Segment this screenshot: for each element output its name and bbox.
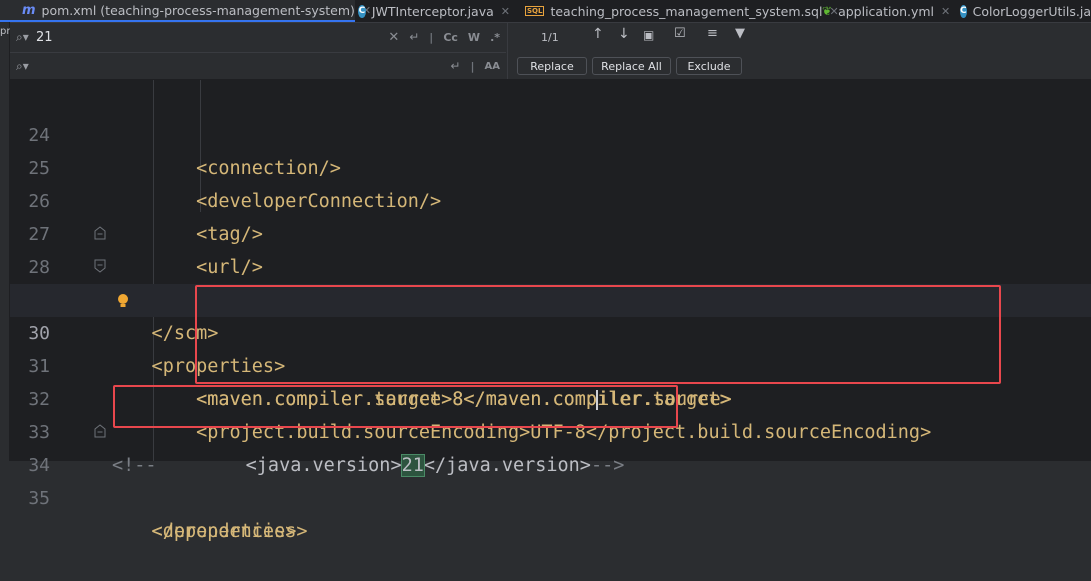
separator: | <box>470 59 475 73</box>
tab-label: pom.xml (teaching-process-management-sys… <box>41 2 355 18</box>
fold-start-icon[interactable] <box>94 259 106 273</box>
project-tool-strip[interactable]: pr <box>0 22 10 461</box>
separator: | <box>429 30 434 44</box>
clear-icon[interactable]: ✕ <box>388 30 399 45</box>
code-line[interactable]: 28 </scm> <box>10 218 1091 344</box>
divider <box>507 23 508 79</box>
java-class-icon: C <box>358 4 366 18</box>
close-icon[interactable]: ✕ <box>941 5 950 18</box>
code-line[interactable]: 32 <project.build.sourceEncoding>UTF-8</… <box>10 350 1091 443</box>
java-class-icon: C <box>960 4 967 18</box>
tab-label: JWTInterceptor.java <box>371 3 494 19</box>
find-replace-bar: ⌕▾ 21 ✕ ↵ | Cc W .* ⌕▾ ↵ | AA 1/1 ↑ ↓ ▣ … <box>10 23 1091 80</box>
code-line[interactable]: 24 <connection/> <box>10 86 1091 179</box>
code-line[interactable]: 34 </properties> <box>10 416 1091 542</box>
code-text: <dependencies> <box>107 521 308 542</box>
replace-history-icon[interactable]: ⌕▾ <box>16 59 36 74</box>
code-line[interactable]: 25 <developerConnection/> <box>10 119 1091 212</box>
new-line-icon[interactable]: ↵ <box>409 30 419 44</box>
spring-leaf-icon: ❦ <box>822 4 833 18</box>
replace-all-button[interactable]: Replace All <box>592 57 671 75</box>
code-line[interactable]: 33 <!-- <java.version>21</java.version>-… <box>10 383 1091 477</box>
replace-button[interactable]: Replace <box>517 57 587 75</box>
tab-label: application.yml <box>838 3 935 19</box>
tab-label: teaching_process_management_system.sql <box>550 3 823 19</box>
code-line[interactable]: 31 <maven.compiler.target>8</maven.compi… <box>10 317 1091 410</box>
tab-colorloggerutils[interactable]: C ColorLoggerUtils.ja <box>960 0 1091 22</box>
match-case-toggle[interactable]: Cc <box>443 31 458 44</box>
replace-row: ⌕▾ ↵ | AA <box>10 52 506 79</box>
sql-file-icon: SQL <box>525 6 545 16</box>
code-editor[interactable]: 24 <connection/> 25 <developerConnection… <box>10 80 1091 542</box>
exclude-button[interactable]: Exclude <box>676 57 742 75</box>
code-line[interactable]: 26 <tag/> <box>10 152 1091 245</box>
tab-pom-xml[interactable]: m pom.xml (teaching-process-management-s… <box>0 0 371 22</box>
search-input[interactable]: 21 <box>36 30 378 45</box>
tab-sql-file[interactable]: SQL teaching_process_management_system.s… <box>525 0 839 22</box>
line-number: 35 <box>28 488 50 509</box>
arrow-up-icon[interactable]: ↑ <box>592 26 604 42</box>
project-strip-label: pr <box>0 26 11 37</box>
preserve-case-toggle[interactable]: AA <box>485 61 500 72</box>
code-line[interactable]: 35 <dependencies> <box>10 449 1091 542</box>
select-all-occurrences-icon[interactable]: ▣ <box>643 28 654 42</box>
code-line-current[interactable]: 30 <maven.compiler.source>8</maven.compi… <box>10 284 1091 410</box>
code-line[interactable]: 29 <properties> <box>10 251 1091 377</box>
words-toggle[interactable]: W <box>468 31 480 44</box>
search-icon[interactable]: ⌕▾ <box>16 30 36 45</box>
tab-jwtinterceptor[interactable]: C JWTInterceptor.java ✕ <box>358 0 510 22</box>
lightbulb-icon[interactable] <box>116 293 130 309</box>
arrow-down-icon[interactable]: ↓ <box>618 26 630 42</box>
match-count: 1/1 <box>541 31 559 44</box>
fold-end-icon[interactable] <box>94 424 106 438</box>
maven-file-icon: m <box>22 2 36 18</box>
tab-application-yml[interactable]: ❦ application.yml ✕ <box>822 0 955 22</box>
multiline-icon[interactable]: ≡ <box>707 26 718 41</box>
fold-end-icon[interactable] <box>94 226 106 240</box>
filter-icon[interactable]: ▼ <box>735 26 745 41</box>
filter-search-icon[interactable]: ☑ <box>674 26 686 41</box>
code-line[interactable]: 27 <url/> <box>10 185 1091 278</box>
search-row: ⌕▾ 21 ✕ ↵ | Cc W .* <box>10 24 506 50</box>
tab-label: ColorLoggerUtils.ja <box>972 3 1091 19</box>
new-line-icon[interactable]: ↵ <box>450 59 460 73</box>
close-icon[interactable]: ✕ <box>501 5 510 18</box>
editor-tab-bar: m pom.xml (teaching-process-management-s… <box>0 0 1091 23</box>
regex-toggle[interactable]: .* <box>490 31 500 44</box>
